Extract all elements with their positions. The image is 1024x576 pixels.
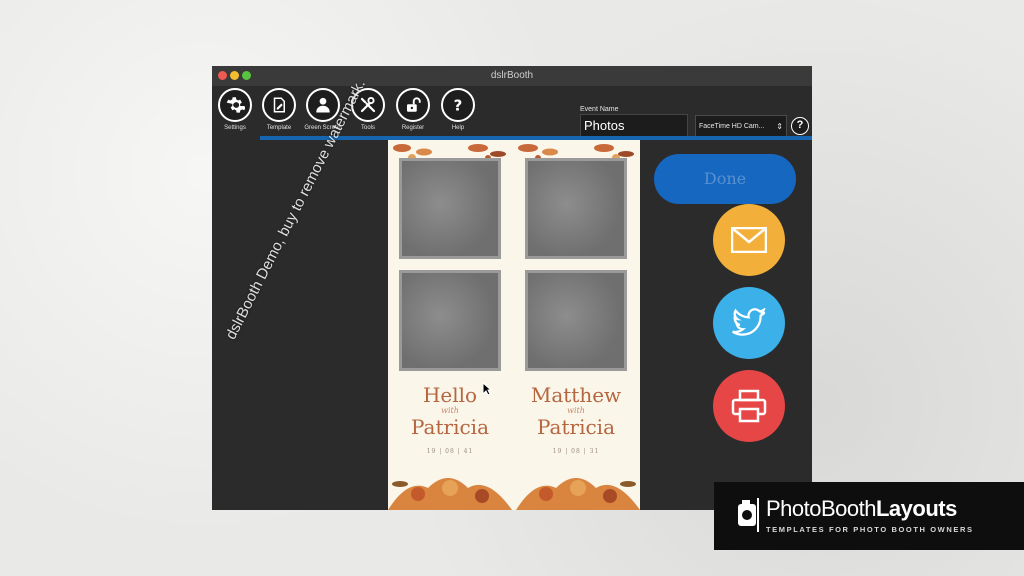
event-name-input[interactable]: Photos	[580, 114, 688, 138]
event-name-label: Event Name	[580, 106, 619, 113]
camera-logo-icon	[738, 498, 759, 532]
photo-slot	[399, 158, 501, 259]
brand-banner: PhotoBoothLayouts TEMPLATES FOR PHOTO BO…	[714, 482, 1024, 550]
names-left: Hello with Patricia 19 | 08 | 41	[390, 384, 510, 455]
template-button[interactable]: Template	[257, 88, 301, 131]
template-label: Template	[266, 125, 292, 131]
twitter-share-button[interactable]	[713, 287, 785, 359]
updown-chevron-icon: ⇕	[776, 122, 783, 131]
mouse-cursor-icon	[482, 382, 492, 396]
template-icon	[273, 97, 285, 113]
name-line1: Matthew	[530, 383, 622, 407]
gear-icon	[226, 97, 245, 113]
settings-label: Settings	[224, 125, 246, 131]
help-button[interactable]: ? Help	[436, 88, 480, 131]
person-icon	[316, 97, 330, 113]
photo-slot	[399, 270, 501, 371]
printer-icon	[731, 389, 767, 423]
print-button[interactable]	[713, 370, 785, 442]
photo-slot	[525, 270, 627, 371]
tools-label: Tools	[360, 125, 375, 131]
title-bar: dslrBooth	[212, 66, 812, 87]
done-button[interactable]: Done	[654, 154, 796, 204]
name-line1: Hello	[422, 383, 478, 407]
envelope-icon	[731, 227, 767, 253]
register-button[interactable]: Register	[391, 88, 435, 131]
camera-help-button[interactable]: ?	[791, 117, 809, 135]
name-line2: Patricia	[537, 415, 615, 439]
brand-name: PhotoBoothLayouts	[766, 496, 957, 522]
brand-tagline: TEMPLATES FOR PHOTO BOOTH OWNERS	[766, 525, 974, 534]
event-date: 19 | 08 | 41	[426, 448, 474, 455]
settings-button[interactable]: Settings	[213, 88, 257, 131]
svg-text:?: ?	[454, 96, 463, 114]
names-right: Matthew with Patricia 19 | 08 | 31	[516, 384, 636, 455]
brand-name-part2: Layouts	[875, 496, 957, 521]
window-title: dslrBooth	[490, 70, 534, 81]
email-share-button[interactable]	[713, 204, 785, 276]
photo-slot	[525, 158, 627, 259]
template-preview: Hello with Patricia 19 | 08 | 41 Matthew…	[388, 140, 640, 510]
name-line2: Patricia	[411, 415, 489, 439]
floral-bottom-icon	[388, 478, 640, 510]
help-label: Help	[451, 125, 465, 131]
brand-name-part1: PhotoBooth	[766, 496, 876, 521]
register-label: Register	[401, 125, 425, 131]
unlock-icon	[407, 97, 421, 112]
app-window: dslrBooth Settings Template Green Screen…	[212, 66, 812, 510]
event-date: 19 | 08 | 31	[552, 448, 600, 455]
twitter-bird-icon	[732, 308, 766, 336]
camera-select-value: FaceTime HD Cam...	[699, 123, 765, 130]
question-mark-icon: ?	[454, 96, 463, 114]
toolbar: Settings Template Green Screen Tools Reg…	[212, 86, 812, 139]
